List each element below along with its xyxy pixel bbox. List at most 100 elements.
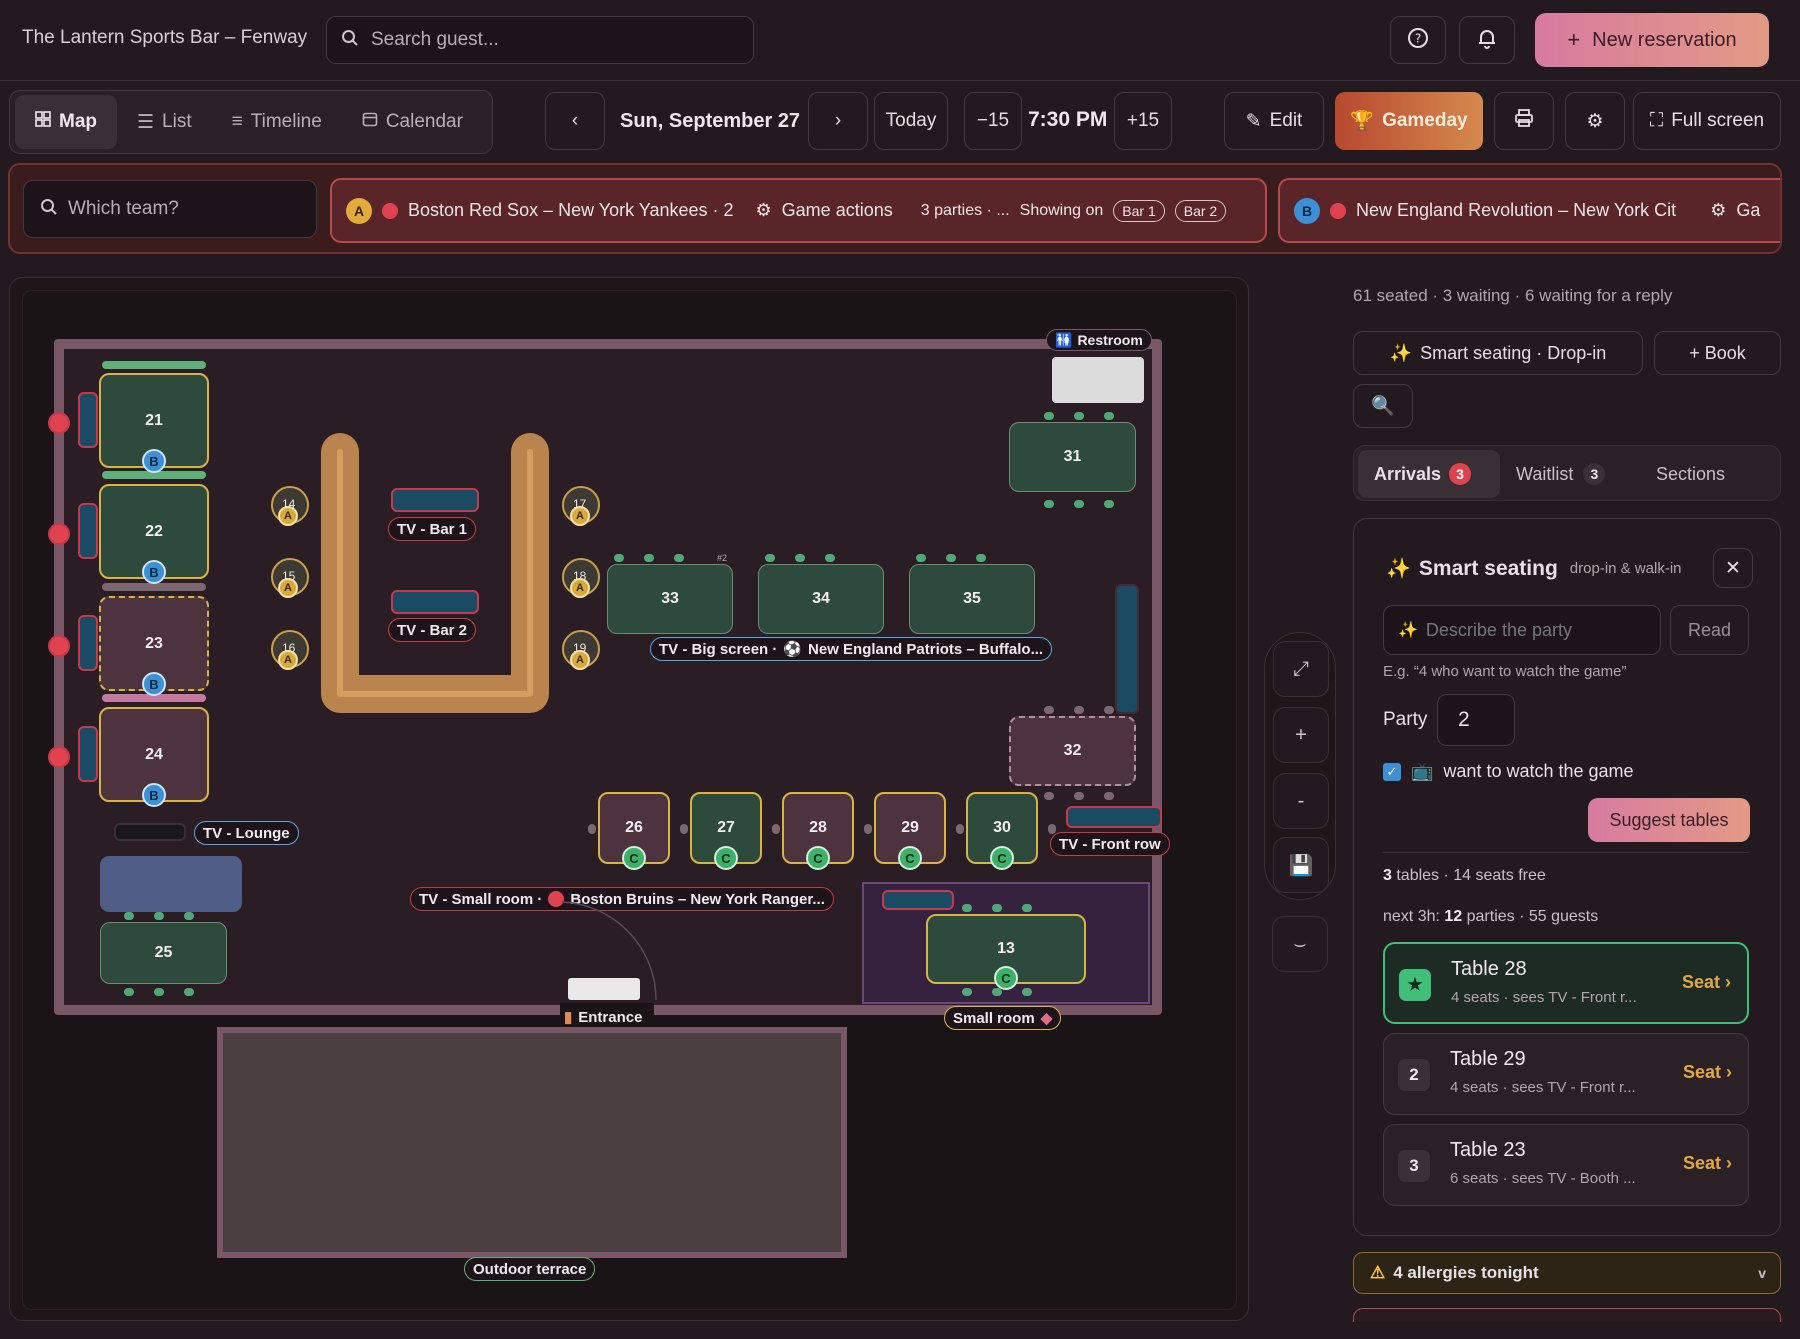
search-button[interactable]: 🔍 [1353,384,1413,428]
game-b-badge: B [142,560,166,584]
new-reservation-button[interactable]: + New reservation [1535,13,1769,67]
tv-big-screen-text: TV - Big screen · [659,640,778,658]
venue-name: The Lantern Sports Bar – Fenway [22,27,308,48]
prev-day-button[interactable]: ‹ [545,92,605,150]
tv-bar2-screen[interactable] [391,590,479,614]
sparkle-icon: ✨ [1386,558,1411,580]
help-button[interactable]: ? [1390,16,1446,64]
checkbox[interactable]: ✓ [1383,762,1401,781]
describe-party-field[interactable]: ✨ [1383,605,1661,655]
save-layout-button[interactable]: 💾 [1273,837,1329,893]
game-b-badge: B [142,783,166,807]
current-time[interactable]: 7:30 PM [1028,108,1107,132]
team-search[interactable] [23,180,317,238]
table-number: 30 [993,819,1011,836]
tv-bar1-label[interactable]: TV - Bar 1 [388,517,477,541]
tab-waitlist-label: Waitlist [1516,463,1574,484]
seat-button[interactable]: Seat › [1683,1153,1732,1174]
tv-front-row-label[interactable]: TV - Front row [1050,832,1170,856]
allergies-label: 4 allergies tonight [1393,1263,1539,1282]
tab-arrivals[interactable]: Arrivals 3 [1358,450,1500,498]
plus-icon: + [1295,723,1307,746]
edit-button[interactable]: ✎ Edit [1224,92,1324,150]
team-search-input[interactable] [68,198,308,220]
star-icon: ★ [1399,969,1431,1001]
tv-big-screen-label[interactable]: TV - Big screen · ⚽ New England Patriots … [650,637,1053,661]
describe-hint: E.g. “4 who want to watch the game” [1383,663,1627,680]
allergies-banner[interactable]: ⚠ 4 allergies tonight v [1353,1252,1781,1294]
tv-screen[interactable] [78,503,98,559]
seat-button[interactable]: Seat › [1683,1062,1732,1083]
game-c-badge: C [714,846,738,870]
zoom-out-button[interactable]: - [1273,773,1329,829]
outdoor-terrace-label[interactable]: Outdoor terrace [464,1257,596,1281]
minus-15-button[interactable]: −15 [964,92,1022,150]
seat-button[interactable]: Seat › [1682,972,1731,993]
tab-map[interactable]: Map [15,95,117,149]
gameday-button[interactable]: 🏆 Gameday [1335,92,1483,150]
table-35[interactable]: 35 [909,564,1035,634]
tv-lounge-label[interactable]: TV - Lounge [194,821,299,845]
table-25[interactable]: 25 [100,922,227,984]
print-button[interactable] [1494,92,1554,150]
tv-lounge-screen[interactable] [114,823,186,841]
tv-small-room-screen[interactable] [882,890,954,910]
today-button[interactable]: Today [874,92,948,150]
tv-bar1-screen[interactable] [391,488,479,512]
fullscreen-button[interactable]: ⛶ Full screen [1633,92,1781,150]
suggestion-item[interactable]: 2 Table 29 4 seats · sees TV - Front r..… [1383,1033,1749,1115]
table-32[interactable]: 32 [1009,716,1136,786]
tv-front-row-screen[interactable] [1066,806,1162,828]
close-panel-button[interactable]: ✕ [1713,548,1753,588]
guest-search[interactable] [326,16,754,64]
zoom-in-button[interactable]: + [1273,707,1329,763]
entrance-door [568,978,640,1000]
tv-big-screen[interactable] [1115,584,1139,714]
tv-screen[interactable] [78,615,98,671]
tab-waitlist[interactable]: Waitlist 3 [1516,450,1606,498]
tv-bar2-label[interactable]: TV - Bar 2 [388,618,477,642]
smart-dropin-button[interactable]: ✨ Smart seating · Drop-in [1353,331,1643,375]
table-33[interactable]: 33 [607,564,733,634]
tv-screen[interactable] [78,726,98,782]
tab-timeline[interactable]: ≡ Timeline [212,95,342,149]
game-card-a[interactable]: A Boston Red Sox – New York Yankees · 2 … [330,178,1267,243]
party-size-input[interactable]: 2 [1437,694,1515,746]
settings-button[interactable]: ⚙ [1565,92,1625,150]
table-number: 26 [625,819,643,836]
current-date[interactable]: Sun, September 27 [620,110,800,133]
table-31[interactable]: 31 [1009,422,1136,492]
table-number: 23 [145,634,163,652]
tab-list[interactable]: ☰ List [117,95,212,149]
game-card-b[interactable]: B New England Revolution – New York Cit … [1278,178,1780,243]
game-a-badge: A [570,650,590,670]
book-button[interactable]: + Book [1654,331,1781,375]
suggestion-item[interactable]: ★ Table 28 4 seats · sees TV - Front r..… [1383,942,1749,1024]
screen-pill[interactable]: Bar 2 [1174,199,1227,222]
notifications-button[interactable] [1459,16,1515,64]
watch-game-option[interactable]: ✓ 📺 want to watch the game [1383,761,1634,782]
plus-15-button[interactable]: +15 [1114,92,1172,150]
small-room-label[interactable]: Small room ◆ [944,1006,1062,1030]
chair [1074,706,1084,714]
chair [680,824,688,834]
game-actions-button[interactable]: Ga [1736,200,1760,221]
chair [1104,706,1114,714]
suggest-tables-button[interactable]: Suggest tables [1588,798,1750,842]
table-number: 13 [997,940,1015,957]
tables-free-text: tables · 14 seats free [1391,867,1546,884]
collapse-controls-button[interactable]: ⌣ [1272,916,1328,972]
fit-map-button[interactable]: ⤢ [1273,641,1329,697]
tv-screen[interactable] [78,392,98,448]
map-controls: ⤢ + - 💾 [1264,632,1336,900]
screen-pill[interactable]: Bar 1 [1113,199,1165,222]
game-actions-button[interactable]: Game actions [782,200,893,221]
tab-sections[interactable]: Sections [1656,450,1725,498]
read-button[interactable]: Read [1670,605,1749,655]
search-input[interactable] [371,29,731,51]
next-day-button[interactable]: › [808,92,868,150]
describe-party-input[interactable] [1425,619,1646,641]
suggestion-item[interactable]: 3 Table 23 6 seats · sees TV - Booth ...… [1383,1124,1749,1206]
tab-calendar[interactable]: Calendar [342,95,483,149]
table-34[interactable]: 34 [758,564,884,634]
